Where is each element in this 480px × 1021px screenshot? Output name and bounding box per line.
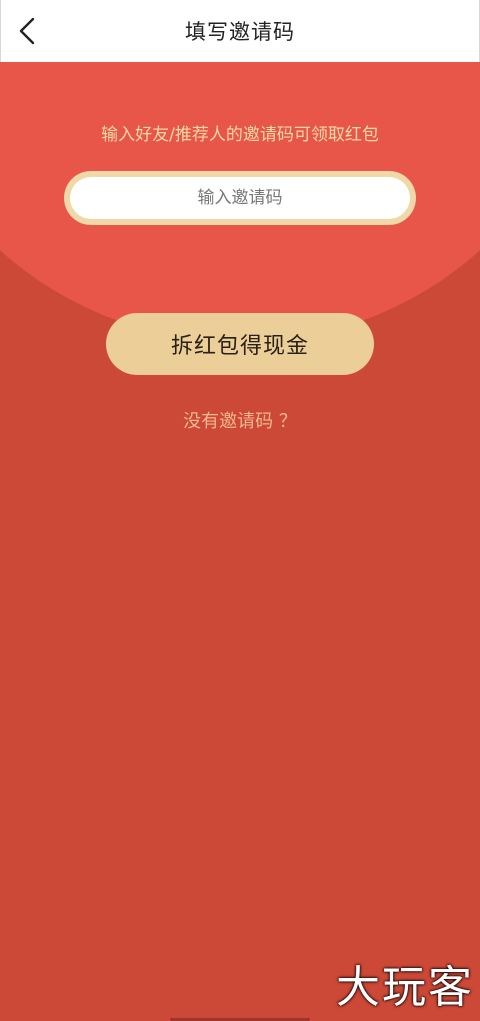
invite-code-input[interactable] <box>70 177 410 219</box>
red-packet-panel: 输入好友/推荐人的邀请码可领取红包 拆红包得现金 没有邀请码 ？ <box>0 62 480 1021</box>
invite-hint-text: 输入好友/推荐人的邀请码可领取红包 <box>101 125 379 145</box>
invite-code-input-frame <box>64 171 416 225</box>
no-invite-code-link[interactable]: 没有邀请码 ？ <box>0 407 480 433</box>
watermark-logo: 大玩客 <box>336 962 474 1013</box>
page-title: 填写邀请码 <box>185 20 295 44</box>
back-button[interactable] <box>13 14 45 48</box>
nav-bar: 填写邀请码 <box>0 0 480 62</box>
chevron-left-icon <box>19 17 35 45</box>
open-red-packet-button[interactable]: 拆红包得现金 <box>106 313 374 375</box>
